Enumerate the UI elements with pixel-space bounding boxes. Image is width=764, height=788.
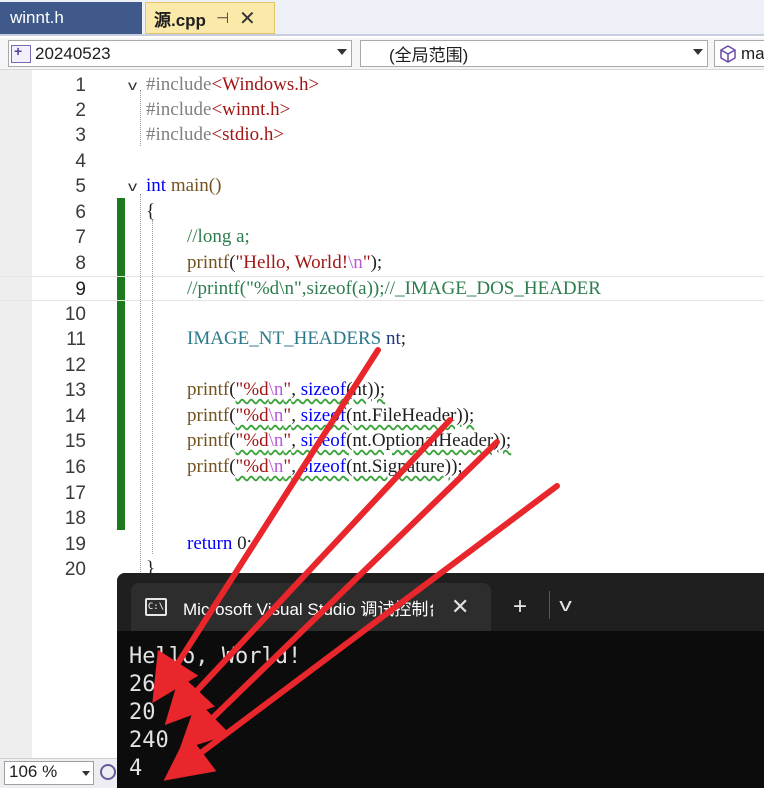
scope-name: (全局范围)	[389, 46, 469, 65]
code-text: #include<stdio.h>	[146, 124, 285, 145]
code-text: #include<Windows.h>	[146, 74, 320, 95]
console-icon: C:\	[145, 598, 167, 616]
close-icon[interactable]: ✕	[451, 594, 469, 620]
tab-label: 源.cpp	[154, 10, 206, 30]
line-number: 7	[75, 227, 86, 248]
line-number: 17	[64, 483, 86, 504]
line-number: 16	[64, 457, 86, 478]
code-line: 15 printf("%d\n", sizeof(nt.OptionalHead…	[0, 429, 764, 454]
code-line-current: 9 //printf("%d\n",sizeof(a));//_IMAGE_DO…	[0, 276, 764, 301]
line-number: 19	[64, 534, 86, 555]
new-tab-button[interactable]: +	[513, 593, 527, 621]
code-text: //long a;	[187, 226, 250, 247]
code-text: #include<winnt.h>	[146, 99, 291, 120]
tab-label: winnt.h	[10, 8, 64, 27]
code-text: printf("%d\n", sizeof(nt.Signature));	[187, 456, 463, 477]
terminal-title-bar: C:\ Microsoft Visual Studio 调试控制台 ✕ + v	[117, 573, 764, 631]
code-text: printf("%d\n", sizeof(nt.FileHeader));	[187, 405, 475, 426]
line-number: 3	[75, 125, 86, 146]
line-number: 18	[64, 508, 86, 529]
code-line: 16 printf("%d\n", sizeof(nt.Signature));	[0, 455, 764, 480]
line-number: 14	[64, 406, 86, 427]
chevron-down-icon	[693, 49, 703, 55]
project-dropdown[interactable]: + 20240523	[8, 40, 352, 67]
copilot-icon[interactable]	[100, 764, 116, 780]
line-number: 13	[64, 380, 86, 401]
code-line: 3 #include<stdio.h>	[0, 123, 764, 148]
terminal-output: Hello, World! 264 20 240 4	[129, 643, 301, 783]
chevron-down-icon	[82, 771, 90, 776]
code-line: 1 v #include<Windows.h>	[0, 73, 764, 98]
output-line: 264	[129, 672, 169, 697]
line-number: 1	[75, 75, 86, 96]
code-line: 10	[0, 302, 764, 327]
code-line: 18	[0, 506, 764, 531]
code-text: printf("%d\n", sizeof(nt.OptionalHeader)…	[187, 430, 512, 451]
chevron-down-icon[interactable]: v	[559, 595, 572, 616]
code-line: 2 #include<winnt.h>	[0, 98, 764, 123]
zoom-level: 106 %	[9, 762, 58, 781]
output-line: 4	[129, 756, 143, 781]
tab-winnt-h[interactable]: winnt.h	[0, 2, 142, 34]
close-icon[interactable]: ✕	[239, 6, 256, 31]
document-tab-strip: winnt.h 源.cpp ⊣ ✕	[0, 0, 764, 36]
code-text: int main()	[146, 175, 222, 196]
code-text: //printf("%d\n",sizeof(a));//_IMAGE_DOS_…	[187, 278, 601, 299]
code-text: {	[146, 201, 156, 222]
code-line: 12	[0, 353, 764, 378]
editor-status-bar: 106 %	[0, 758, 117, 788]
code-text: printf("%d\n", sizeof(nt));	[187, 379, 386, 400]
scope-dropdown[interactable]: (全局范围)	[360, 40, 708, 67]
line-number: 9	[75, 279, 86, 300]
debug-console-window: C:\ Microsoft Visual Studio 调试控制台 ✕ + v …	[117, 573, 764, 788]
member-name: ma	[741, 43, 764, 63]
terminal-tab[interactable]: C:\ Microsoft Visual Studio 调试控制台 ✕	[131, 583, 491, 631]
line-number: 12	[64, 355, 86, 376]
code-line: 4	[0, 149, 764, 174]
zoom-dropdown[interactable]: 106 %	[4, 761, 94, 785]
output-line: Hello, World!	[129, 644, 302, 669]
code-line: 14 printf("%d\n", sizeof(nt.FileHeader))…	[0, 404, 764, 429]
chevron-down-icon	[337, 49, 347, 55]
code-text: IMAGE_NT_HEADERS nt;	[187, 328, 407, 349]
line-number: 10	[64, 304, 86, 325]
output-line: 240	[129, 728, 169, 753]
code-line: 11 IMAGE_NT_HEADERS nt;	[0, 327, 764, 352]
project-name: 20240523	[35, 43, 111, 63]
project-icon: +	[11, 43, 31, 63]
code-text: return 0;	[187, 533, 252, 554]
collapse-icon[interactable]: v	[128, 77, 137, 93]
terminal-tab-title: Microsoft Visual Studio 调试控制台	[183, 599, 433, 619]
code-line: 7 //long a;	[0, 225, 764, 250]
divider	[549, 591, 550, 619]
pin-icon[interactable]: ⊣	[216, 9, 229, 27]
cube-icon	[720, 44, 736, 63]
member-dropdown[interactable]: ma	[714, 40, 764, 67]
line-number: 8	[75, 253, 86, 274]
code-line: 6 {	[0, 200, 764, 225]
code-line: 13 printf("%d\n", sizeof(nt));	[0, 378, 764, 403]
line-number: 2	[75, 100, 86, 121]
line-number: 20	[64, 559, 86, 580]
line-number: 4	[75, 151, 86, 172]
code-line: 5 v int main()	[0, 174, 764, 199]
tab-source-cpp[interactable]: 源.cpp ⊣ ✕	[145, 2, 275, 34]
code-line: 19 return 0;	[0, 532, 764, 557]
output-line: 20	[129, 700, 156, 725]
code-text: printf("Hello, World!\n");	[187, 252, 383, 273]
code-line: 17	[0, 481, 764, 506]
line-number: 11	[66, 329, 86, 350]
line-number: 5	[75, 176, 86, 197]
navigation-bar: + 20240523 (全局范围) ma	[0, 38, 764, 70]
collapse-icon[interactable]: v	[128, 178, 137, 194]
line-number: 15	[64, 431, 86, 452]
line-number: 6	[75, 202, 86, 223]
code-line: 8 printf("Hello, World!\n");	[0, 251, 764, 276]
